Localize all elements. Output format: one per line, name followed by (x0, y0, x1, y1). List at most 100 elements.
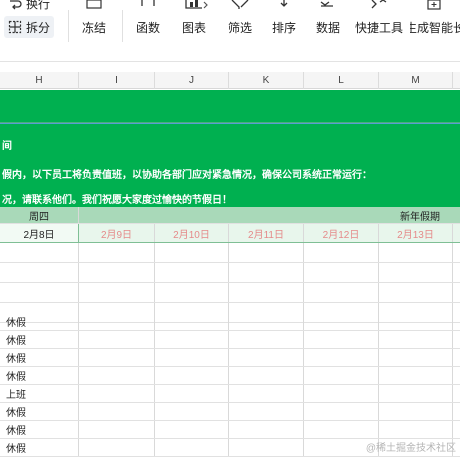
grid-cell[interactable] (228, 403, 303, 420)
grid-cell[interactable] (452, 403, 460, 420)
column-header-h[interactable]: H (0, 72, 78, 89)
grid-cell[interactable] (154, 367, 228, 384)
grid-cell[interactable] (378, 313, 452, 330)
freeze-panes-button[interactable]: 冻结 (72, 0, 116, 40)
grid-cell[interactable] (228, 439, 303, 456)
status-cell[interactable]: 休假 (0, 403, 78, 420)
spreadsheet-grid[interactable]: H I J K L M 间 假内，以下员工将负责值班，以协助各部门应对紧急情况，… (0, 72, 460, 460)
date-cell-i[interactable]: 2月9日 (78, 224, 154, 242)
grid-cell[interactable] (303, 349, 378, 366)
grid-cell[interactable] (228, 283, 303, 302)
grid-cell[interactable] (78, 243, 154, 262)
smart-generate-button[interactable]: 生成智能长 (410, 0, 460, 40)
grid-cell[interactable] (303, 243, 378, 262)
grid-cell[interactable] (228, 313, 303, 330)
grid-cell[interactable] (303, 283, 378, 302)
column-header-n[interactable] (452, 72, 460, 89)
grid-cell[interactable] (303, 367, 378, 384)
grid-cell[interactable] (154, 263, 228, 282)
column-header-m[interactable]: M (378, 72, 452, 89)
grid-cell[interactable] (154, 283, 228, 302)
status-cell[interactable]: 休假 (0, 367, 78, 384)
grid-cell[interactable] (228, 421, 303, 438)
grid-cell[interactable] (78, 331, 154, 348)
column-header-i[interactable]: I (78, 72, 154, 89)
grid-cell[interactable] (78, 367, 154, 384)
grid-cell[interactable] (78, 403, 154, 420)
column-header-l[interactable]: L (303, 72, 378, 89)
grid-cell[interactable] (228, 263, 303, 282)
grid-cell[interactable] (452, 367, 460, 384)
grid-cell[interactable] (154, 439, 228, 456)
grid-cell[interactable] (154, 403, 228, 420)
weekday-cell[interactable]: 周四 (0, 207, 78, 223)
grid-cell[interactable] (228, 331, 303, 348)
split-cells-button[interactable]: 拆分 (4, 16, 55, 38)
grid-cell[interactable] (452, 283, 460, 302)
grid-cell[interactable] (78, 313, 154, 330)
status-cell[interactable]: 休假 (0, 349, 78, 366)
grid-cell[interactable] (228, 243, 303, 262)
grid-cell[interactable] (378, 283, 452, 302)
grid-cell[interactable] (228, 367, 303, 384)
column-header-k[interactable]: K (228, 72, 303, 89)
grid-cell[interactable] (154, 385, 228, 402)
date-cell-n[interactable] (452, 224, 460, 242)
grid-cell[interactable] (452, 243, 460, 262)
grid-cell[interactable] (378, 263, 452, 282)
date-cell-j[interactable]: 2月10日 (154, 224, 228, 242)
grid-cell[interactable] (154, 331, 228, 348)
function-button[interactable]: 函数 (128, 0, 168, 40)
status-cell[interactable]: 休假 (0, 439, 78, 456)
date-cell-k[interactable]: 2月11日 (228, 224, 303, 242)
grid-cell[interactable] (78, 283, 154, 302)
grid-cell[interactable] (452, 331, 460, 348)
quick-tools-button[interactable]: 快捷工具 (352, 0, 406, 40)
grid-cell[interactable] (303, 385, 378, 402)
date-cell-l[interactable]: 2月12日 (303, 224, 378, 242)
chart-button[interactable]: 图表 (172, 0, 216, 40)
wrap-text-button[interactable]: 换行 (8, 0, 50, 12)
grid-cell[interactable] (303, 331, 378, 348)
grid-cell[interactable] (78, 349, 154, 366)
sort-button[interactable]: 排序 (264, 0, 304, 40)
status-cell[interactable]: 上班 (0, 385, 78, 402)
grid-cell[interactable] (378, 243, 452, 262)
grid-cell[interactable] (228, 385, 303, 402)
grid-cell[interactable] (303, 421, 378, 438)
grid-cell[interactable] (452, 385, 460, 402)
data-button[interactable]: 数据 (308, 0, 348, 40)
grid-cell[interactable] (303, 263, 378, 282)
grid-cell[interactable] (154, 243, 228, 262)
grid-cell[interactable] (452, 263, 460, 282)
status-cell[interactable]: 休假 (0, 331, 78, 348)
grid-cell[interactable] (78, 421, 154, 438)
grid-cell[interactable] (78, 263, 154, 282)
grid-cell[interactable] (78, 439, 154, 456)
grid-cell[interactable] (228, 349, 303, 366)
grid-cell[interactable] (154, 349, 228, 366)
grid-cell[interactable] (154, 421, 228, 438)
grid-cell[interactable] (303, 403, 378, 420)
status-cell[interactable]: 休假 (0, 313, 78, 330)
toolbar-divider (68, 10, 69, 42)
grid-cell[interactable] (154, 313, 228, 330)
grid-cell[interactable] (452, 349, 460, 366)
grid-cell[interactable] (452, 421, 460, 438)
grid-cell[interactable] (378, 331, 452, 348)
grid-cell[interactable] (303, 313, 378, 330)
filter-button[interactable]: 筛选 (220, 0, 260, 40)
column-header-j[interactable]: J (154, 72, 228, 89)
grid-cell[interactable] (378, 421, 452, 438)
date-cell-m[interactable]: 2月13日 (378, 224, 452, 242)
grid-cell[interactable] (378, 403, 452, 420)
grid-cell[interactable] (452, 313, 460, 330)
holiday-header-cell[interactable]: 新年假期 (78, 207, 460, 223)
status-cell[interactable]: 休假 (0, 421, 78, 438)
grid-cell[interactable] (378, 385, 452, 402)
grid-cell[interactable] (378, 367, 452, 384)
date-cell-h[interactable]: 2月8日 (0, 224, 78, 242)
grid-cell[interactable] (78, 385, 154, 402)
notice-banner[interactable]: 间 假内，以下员工将负责值班，以协助各部门应对紧急情况，确保公司系统正常运行： … (0, 90, 460, 207)
grid-cell[interactable] (378, 349, 452, 366)
